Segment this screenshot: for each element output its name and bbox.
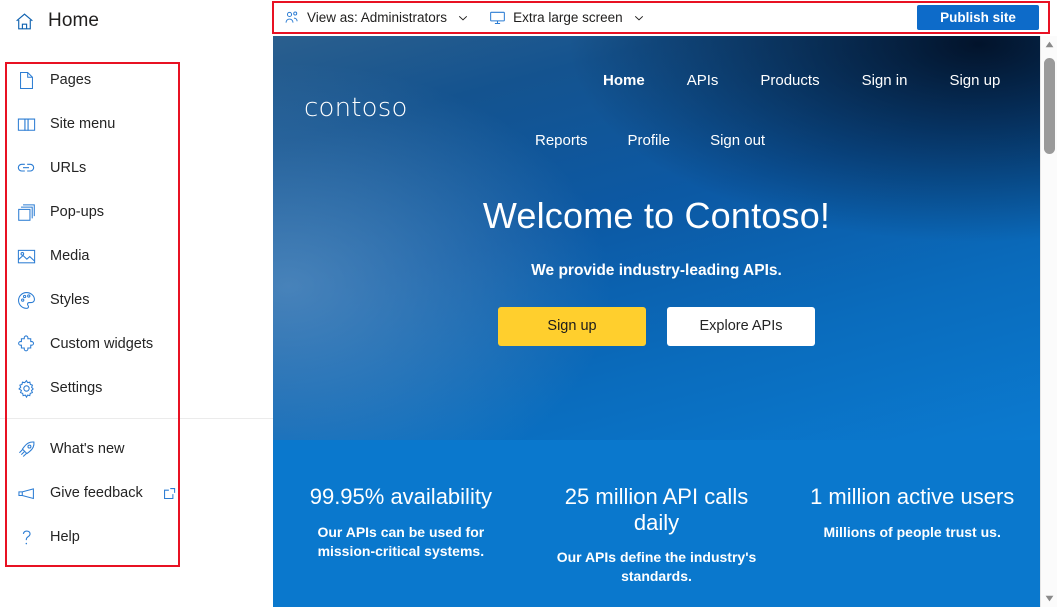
sidebar-primary-group: Pages Site menu URLs Pop-ups Media Style…	[0, 58, 273, 410]
sidebar-item-label: Custom widgets	[50, 336, 154, 352]
site-hero-section: contoso Home APIs Products Sign in Sign …	[273, 36, 1040, 440]
hero-subtitle: We provide industry-leading APIs.	[531, 261, 782, 279]
site-nav-link-products[interactable]: Products	[760, 72, 819, 89]
external-link-icon	[163, 487, 176, 500]
sidebar-item-label: Media	[50, 248, 90, 264]
site-preview-canvas: contoso Home APIs Products Sign in Sign …	[273, 36, 1040, 607]
site-header: contoso Home APIs Products Sign in Sign …	[273, 36, 1040, 166]
stat-description: Our APIs can be used for mission-critica…	[317, 523, 485, 559]
scrollbar-thumb[interactable]	[1044, 58, 1055, 154]
site-nav-link-home[interactable]: Home	[603, 72, 645, 89]
monitor-icon	[489, 10, 506, 26]
stat-column: 99.95% availability Our APIs can be used…	[273, 484, 529, 607]
chevron-down-icon[interactable]	[633, 12, 645, 24]
sidebar-item-label: URLs	[50, 160, 87, 176]
hero-sign-up-button[interactable]: Sign up	[498, 306, 646, 346]
preview-toolbar: View as: Administrators Extra large scre…	[274, 3, 1048, 32]
stat-description: Our APIs define the industry's standards…	[556, 549, 757, 585]
site-logo[interactable]: contoso	[304, 93, 408, 123]
sidebar-secondary-group: What's new Give feedback Help	[0, 427, 273, 559]
left-pane: Home Pages Site menu URLs Pop-ups Media …	[0, 0, 273, 607]
view-as-label: View as: Administrators	[307, 10, 448, 25]
site-nav-link-reports[interactable]: Reports	[535, 132, 588, 149]
site-stats-band: 99.95% availability Our APIs can be used…	[273, 440, 1040, 607]
triangle-down-icon	[1045, 595, 1053, 602]
palette-icon	[16, 291, 36, 310]
site-nav-link-sign-out[interactable]: Sign out	[710, 132, 765, 149]
sidebar-item-label: Site menu	[50, 116, 116, 132]
sidebar-item-settings[interactable]: Settings	[0, 366, 273, 410]
stat-column: 25 million API calls daily Our APIs defi…	[529, 484, 785, 607]
hero-cta-group: Sign up Explore APIs	[273, 306, 1040, 346]
sidebar-item-give-feedback[interactable]: Give feedback	[0, 471, 273, 515]
sidebar-item-label: Help	[50, 529, 80, 545]
scrollbar-down-button[interactable]	[1041, 590, 1057, 607]
scrollbar-up-button[interactable]	[1041, 36, 1057, 53]
stat-value: 1 million active users	[810, 484, 1015, 509]
page-title: Home	[48, 10, 100, 31]
sidebar-item-label: Settings	[50, 380, 103, 396]
megaphone-icon	[16, 485, 36, 502]
sidebar-nav: Pages Site menu URLs Pop-ups Media Style…	[0, 58, 273, 570]
preview-scrollbar[interactable]	[1040, 36, 1057, 607]
windows-stack-icon	[16, 203, 36, 222]
sidebar-item-label: Styles	[50, 292, 90, 308]
sidebar-item-whats-new[interactable]: What's new	[0, 427, 273, 471]
hero-explore-apis-button[interactable]: Explore APIs	[667, 306, 815, 346]
sidebar-item-label: Pop-ups	[50, 204, 105, 220]
hero-body: Welcome to Contoso! We provide industry-…	[273, 196, 1040, 346]
book-icon	[16, 116, 36, 133]
sidebar-item-label: Pages	[50, 72, 92, 88]
site-nav-link-apis[interactable]: APIs	[687, 72, 719, 89]
screen-size-label: Extra large screen	[513, 10, 623, 25]
sidebar-item-pop-ups[interactable]: Pop-ups	[0, 190, 273, 234]
stat-column: 1 million active users Millions of peopl…	[784, 484, 1040, 607]
widget-icon	[16, 334, 36, 354]
sidebar-item-urls[interactable]: URLs	[0, 146, 273, 190]
stat-value: 99.95% availability	[309, 484, 492, 509]
hero-title: Welcome to Contoso!	[482, 195, 831, 236]
sidebar-item-styles[interactable]: Styles	[0, 278, 273, 322]
rocket-icon	[16, 440, 36, 459]
gear-icon	[16, 379, 36, 398]
question-mark-icon	[16, 528, 36, 547]
screen-size-dropdown[interactable]: Extra large screen	[479, 3, 655, 32]
site-nav-link-profile[interactable]: Profile	[628, 132, 671, 149]
page-icon	[16, 71, 36, 90]
sidebar-item-site-menu[interactable]: Site menu	[0, 102, 273, 146]
site-nav-link-sign-in[interactable]: Sign in	[862, 72, 908, 89]
sidebar-item-custom-widgets[interactable]: Custom widgets	[0, 322, 273, 366]
sidebar-item-help[interactable]: Help	[0, 515, 273, 559]
publish-site-button[interactable]: Publish site	[917, 5, 1039, 30]
triangle-up-icon	[1045, 41, 1053, 48]
sidebar-item-label: Give feedback	[50, 485, 143, 501]
site-nav-secondary: Reports Profile Sign out	[535, 132, 765, 149]
sidebar-item-label: What's new	[50, 441, 125, 457]
page-title-bar: Home	[0, 0, 273, 42]
app-root: Home Pages Site menu URLs Pop-ups Media …	[0, 0, 1057, 607]
site-nav-primary: Home APIs Products Sign in Sign up	[603, 72, 1000, 89]
view-as-dropdown[interactable]: View as: Administrators	[274, 3, 479, 32]
people-icon	[284, 10, 300, 26]
image-icon	[16, 248, 36, 265]
link-icon	[16, 160, 36, 176]
site-nav-link-sign-up[interactable]: Sign up	[949, 72, 1000, 89]
home-icon	[14, 11, 35, 32]
sidebar-divider	[0, 418, 273, 419]
sidebar-item-media[interactable]: Media	[0, 234, 273, 278]
chevron-down-icon[interactable]	[457, 12, 469, 24]
stat-description: Millions of people trust us.	[823, 523, 1001, 540]
sidebar-item-pages[interactable]: Pages	[0, 58, 273, 102]
stat-value: 25 million API calls daily	[564, 484, 749, 535]
